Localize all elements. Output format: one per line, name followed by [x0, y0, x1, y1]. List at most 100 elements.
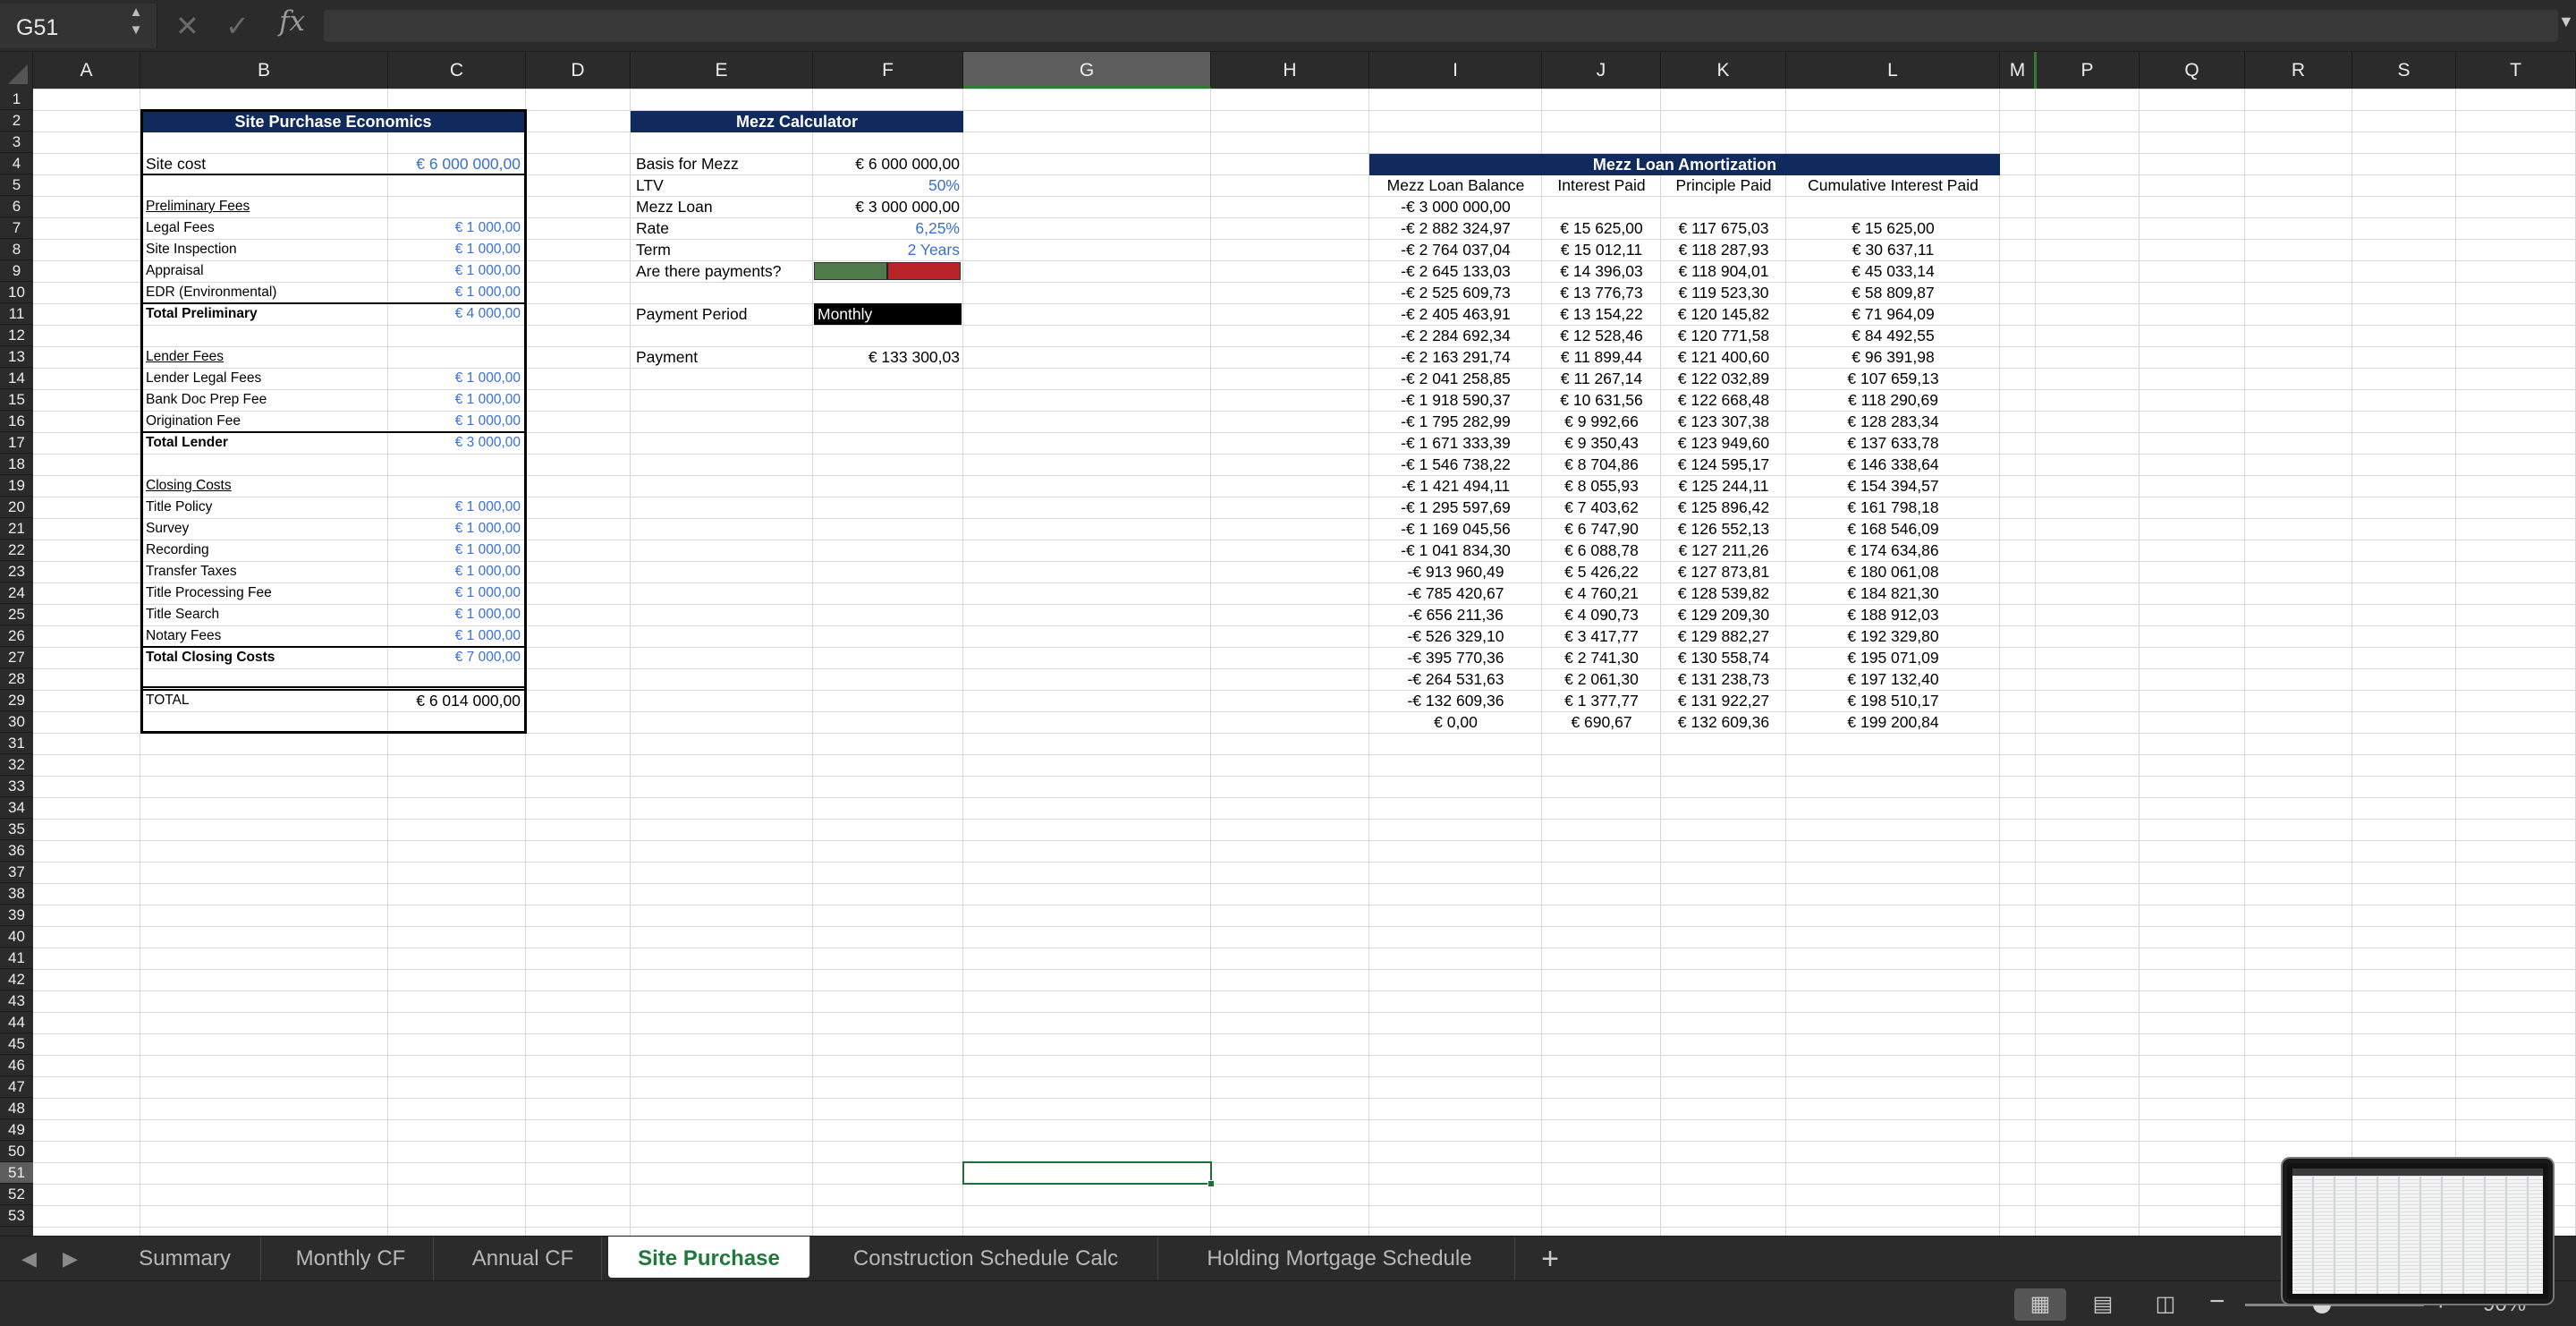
amortization-cell[interactable]: -€ 1 795 282,99: [1371, 411, 1540, 432]
amortization-cell[interactable]: -€ 2 041 258,85: [1371, 368, 1540, 389]
amortization-cell[interactable]: -€ 1 041 834,30: [1371, 540, 1540, 561]
mezz-value[interactable]: 6,25%: [817, 217, 960, 239]
amortization-cell[interactable]: € 8 704,86: [1544, 454, 1659, 475]
row-header-34[interactable]: 34: [0, 797, 33, 819]
row-header-38[interactable]: 38: [0, 883, 33, 905]
row-header-7[interactable]: 7: [0, 217, 33, 239]
amortization-cell[interactable]: -€ 1 169 045,56: [1371, 518, 1540, 540]
column-header-e[interactable]: E: [631, 52, 813, 89]
row-header-2[interactable]: 2: [0, 110, 33, 132]
amortization-cell[interactable]: € 188 912,03: [1788, 604, 1998, 625]
row-header-8[interactable]: 8: [0, 239, 33, 260]
mezz-label[interactable]: Payment: [636, 346, 808, 368]
row-header-11[interactable]: 11: [0, 303, 33, 325]
mezz-value[interactable]: 50%: [817, 174, 960, 196]
amortization-cell[interactable]: € 107 659,13: [1788, 368, 1998, 389]
row-header-12[interactable]: 12: [0, 325, 33, 346]
amortization-cell[interactable]: € 9 992,66: [1544, 411, 1659, 432]
amortization-cell[interactable]: € 174 634,86: [1788, 540, 1998, 561]
sheet-tab-site-purchase[interactable]: Site Purchase: [608, 1237, 810, 1278]
column-header-m[interactable]: M: [2000, 52, 2036, 89]
amortization-cell[interactable]: € 30 637,11: [1788, 239, 1998, 260]
amortization-cell[interactable]: -€ 656 211,36: [1371, 604, 1540, 625]
row-header-30[interactable]: 30: [0, 711, 33, 733]
column-header-p[interactable]: P: [2036, 52, 2140, 89]
mezz-label[interactable]: Payment Period: [636, 303, 808, 325]
selected-cell[interactable]: [962, 1161, 1212, 1185]
mezz-label[interactable]: Are there payments?: [636, 260, 808, 282]
column-header-d[interactable]: D: [526, 52, 631, 89]
amortization-header[interactable]: Interest Paid: [1544, 174, 1659, 196]
amortization-cell[interactable]: € 15 625,00: [1788, 217, 1998, 239]
amortization-cell[interactable]: € 125 244,11: [1663, 475, 1784, 497]
amortization-cell[interactable]: € 129 209,30: [1663, 604, 1784, 625]
column-header-a[interactable]: A: [33, 52, 140, 89]
amortization-cell[interactable]: -€ 1 546 738,22: [1371, 454, 1540, 475]
prev-sheet-icon[interactable]: ◀: [21, 1237, 37, 1281]
row-header-43[interactable]: 43: [0, 990, 33, 1012]
row-header-5[interactable]: 5: [0, 174, 33, 196]
amortization-cell[interactable]: € 1 377,77: [1544, 690, 1659, 711]
amortization-cell[interactable]: € 118 904,01: [1663, 260, 1784, 282]
sheet-tab-construction-schedule-calc[interactable]: Construction Schedule Calc: [814, 1237, 1158, 1281]
amortization-cell[interactable]: -€ 1 295 597,69: [1371, 497, 1540, 518]
amortization-cell[interactable]: € 45 033,14: [1788, 260, 1998, 282]
row-header-27[interactable]: 27: [0, 647, 33, 668]
amortization-cell[interactable]: € 11 899,44: [1544, 346, 1659, 368]
payment-period-select[interactable]: Monthly: [814, 303, 962, 325]
amortization-header[interactable]: Principle Paid: [1663, 174, 1784, 196]
amortization-cell[interactable]: € 195 071,09: [1788, 647, 1998, 668]
amortization-cell[interactable]: -€ 2 284 692,34: [1371, 325, 1540, 346]
next-sheet-icon[interactable]: ▶: [63, 1237, 78, 1281]
page-break-view-icon[interactable]: ◫: [2140, 1288, 2191, 1321]
row-header-46[interactable]: 46: [0, 1055, 33, 1076]
row-header-26[interactable]: 26: [0, 625, 33, 647]
amortization-cell[interactable]: € 121 400,60: [1663, 346, 1784, 368]
amortization-cell[interactable]: € 11 267,14: [1544, 368, 1659, 389]
amortization-cell[interactable]: € 96 391,98: [1788, 346, 1998, 368]
row-header-48[interactable]: 48: [0, 1098, 33, 1119]
row-header-17[interactable]: 17: [0, 432, 33, 454]
amortization-cell[interactable]: -€ 2 645 133,03: [1371, 260, 1540, 282]
row-header-22[interactable]: 22: [0, 540, 33, 561]
row-header-6[interactable]: 6: [0, 196, 33, 217]
sheet-tab-holding-mortgage-schedule[interactable]: Holding Mortgage Schedule: [1165, 1237, 1515, 1281]
row-header-19[interactable]: 19: [0, 475, 33, 497]
amortization-cell[interactable]: € 2 061,30: [1544, 668, 1659, 690]
amortization-cell[interactable]: € 13 154,22: [1544, 303, 1659, 325]
amortization-cell[interactable]: € 58 809,87: [1788, 282, 1998, 303]
column-header-h[interactable]: H: [1211, 52, 1369, 89]
amortization-cell[interactable]: € 126 552,13: [1663, 518, 1784, 540]
amortization-cell[interactable]: € 14 396,03: [1544, 260, 1659, 282]
row-header-21[interactable]: 21: [0, 518, 33, 540]
row-header-53[interactable]: 53: [0, 1205, 33, 1227]
column-header-l[interactable]: L: [1786, 52, 2000, 89]
select-all-button[interactable]: [0, 52, 33, 89]
amortization-cell[interactable]: -€ 2 882 324,97: [1371, 217, 1540, 239]
amortization-cell[interactable]: € 12 528,46: [1544, 325, 1659, 346]
amortization-cell[interactable]: € 128 283,34: [1788, 411, 1998, 432]
amortization-cell[interactable]: € 120 771,58: [1663, 325, 1784, 346]
amortization-cell[interactable]: -€ 1 421 494,11: [1371, 475, 1540, 497]
mezz-value[interactable]: € 6 000 000,00: [817, 153, 960, 174]
sheet-tab-annual-cf[interactable]: Annual CF: [445, 1237, 602, 1281]
name-box-stepper-icon[interactable]: ▲ ▼: [125, 4, 147, 43]
row-header-9[interactable]: 9: [0, 260, 33, 282]
column-header-r[interactable]: R: [2245, 52, 2352, 89]
zoom-out-button[interactable]: −: [2209, 1287, 2225, 1317]
column-header-b[interactable]: B: [140, 52, 388, 89]
row-header-31[interactable]: 31: [0, 733, 33, 754]
zoom-slider[interactable]: [2245, 1304, 2424, 1306]
row-header-20[interactable]: 20: [0, 497, 33, 518]
amortization-cell[interactable]: € 15 625,00: [1544, 217, 1659, 239]
amortization-cell[interactable]: € 131 238,73: [1663, 668, 1784, 690]
row-header-13[interactable]: 13: [0, 346, 33, 368]
mezz-label[interactable]: LTV: [636, 174, 808, 196]
amortization-cell[interactable]: € 4 760,21: [1544, 582, 1659, 604]
row-header-29[interactable]: 29: [0, 690, 33, 711]
check-icon[interactable]: ✓: [225, 7, 250, 45]
expand-formula-icon[interactable]: ▼: [2558, 13, 2574, 31]
amortization-cell[interactable]: € 127 873,81: [1663, 561, 1784, 582]
amortization-cell[interactable]: € 13 776,73: [1544, 282, 1659, 303]
mezz-value[interactable]: 2 Years: [817, 239, 960, 260]
